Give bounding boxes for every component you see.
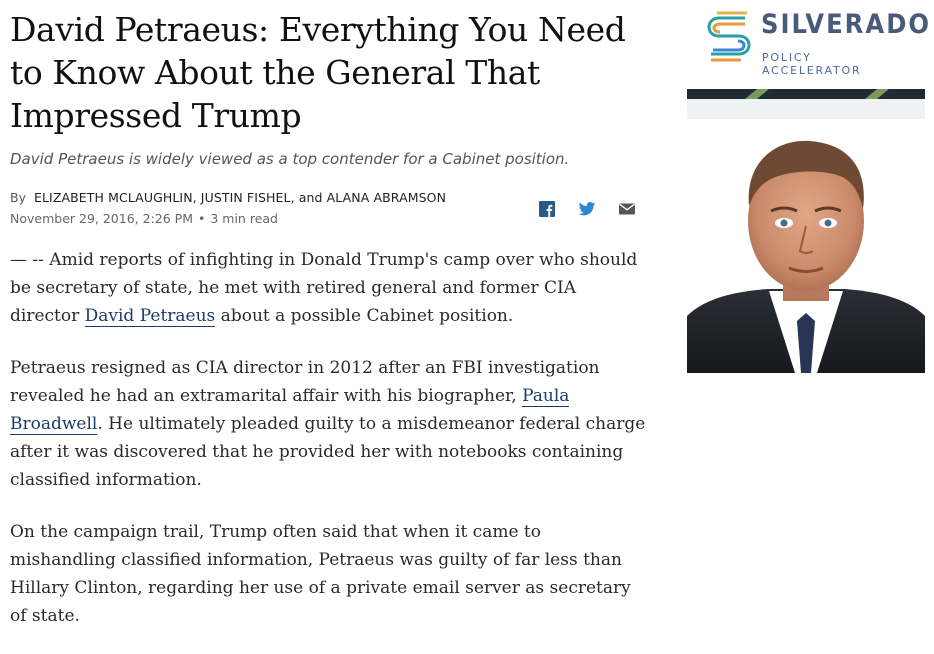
- byline-prefix: By: [10, 190, 26, 205]
- david-petraeus-link[interactable]: David Petraeus: [84, 306, 216, 327]
- petraeus-portrait-image: [687, 121, 925, 373]
- twitter-icon[interactable]: [578, 200, 596, 218]
- ad-logo-title: SILVERADO: [761, 9, 932, 40]
- dateline-separator: •: [197, 211, 206, 226]
- silverado-ad-logo[interactable]: SILVERADO POLICY ACCELERATOR: [705, 8, 929, 77]
- email-icon[interactable]: [618, 200, 636, 218]
- silverado-mark-icon: [707, 11, 751, 62]
- article-headline: David Petraeus: Everything You Need to K…: [10, 10, 626, 135]
- share-bar: [538, 200, 636, 218]
- paragraph-3: On the campaign trail, Trump often said …: [10, 522, 631, 626]
- byline-row: By ELIZABETH MCLAUGHLIN, JUSTIN FISHEL, …: [10, 190, 650, 230]
- paragraph-2: Petraeus resigned as CIA director in 201…: [10, 354, 650, 494]
- paragraph-1-text-b: about a possible Cabinet position.: [215, 306, 514, 326]
- read-time: 3 min read: [210, 211, 278, 226]
- author-names[interactable]: ELIZABETH MCLAUGHLIN, JUSTIN FISHEL, and…: [34, 190, 446, 205]
- article-subhead: David Petraeus is widely viewed as a top…: [10, 150, 570, 168]
- ad-banner-strip: [687, 89, 925, 119]
- article-body: — -- Amid reports of infighting in Donal…: [10, 246, 650, 630]
- paragraph-1: — -- Amid reports of infighting in Donal…: [10, 246, 650, 330]
- article: David Petraeus: Everything You Need to K…: [10, 8, 650, 654]
- facebook-icon[interactable]: [538, 200, 556, 218]
- ad-logo-subtitle: POLICY ACCELERATOR: [762, 51, 862, 77]
- paragraph-2-text-b: . He ultimately pleaded guilty to a misd…: [10, 414, 646, 490]
- publish-date: November 29, 2016, 2:26 PM: [10, 211, 193, 226]
- paragraph-2-text-a: Petraeus resigned as CIA director in 201…: [10, 358, 600, 406]
